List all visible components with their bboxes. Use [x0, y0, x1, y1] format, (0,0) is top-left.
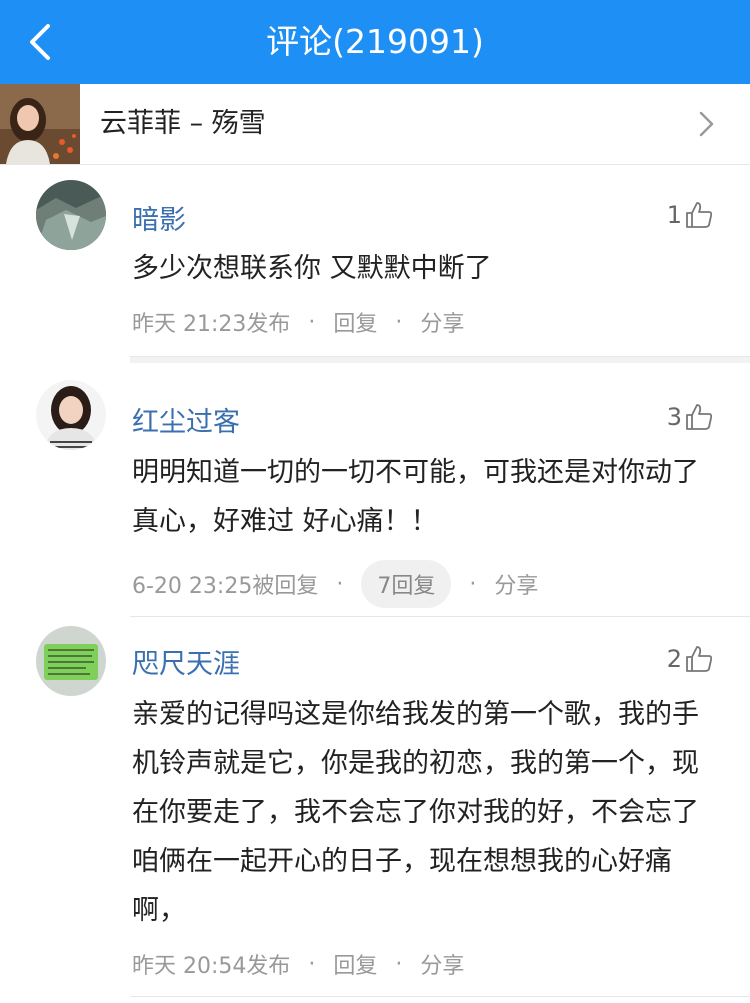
- like-button[interactable]: 2: [667, 644, 714, 674]
- comment-time: 昨天 21:23发布: [132, 312, 291, 337]
- thumb-up-icon: [686, 646, 713, 672]
- comment-item: 红尘过客 3 明明知道一切的一切不可能，可我还是对你动了真心，好难过 好心痛！！…: [0, 364, 750, 614]
- comment-text: 亲爱的记得吗这是你给我发的第一个歌，我的手机铃声就是它，你是我的初恋，我的第一个…: [132, 699, 699, 926]
- avatar[interactable]: [36, 180, 106, 250]
- comment-username[interactable]: 红尘过客: [132, 400, 240, 439]
- comment-time: 6-20 23:25被回复: [132, 574, 319, 599]
- comment-item: 暗影 1 多少次想联系你 又默默中断了 昨天 21:23发布 · 回复 · 分享: [0, 164, 750, 360]
- like-count: 3: [666, 403, 682, 431]
- comment-time: 昨天 20:54发布: [132, 954, 291, 979]
- chevron-right-icon[interactable]: [698, 111, 714, 137]
- share-button[interactable]: 分享: [494, 568, 538, 600]
- top-bar: 评论(219091): [0, 0, 750, 84]
- comment-meta: 昨天 20:54发布 · 回复 · 分享: [132, 948, 464, 980]
- reply-button[interactable]: 回复: [333, 948, 377, 980]
- divider: [130, 616, 750, 617]
- replies-count-button[interactable]: 7回复: [361, 560, 452, 608]
- separator-dot: ·: [469, 571, 477, 597]
- divider: [130, 996, 750, 997]
- share-button[interactable]: 分享: [420, 948, 464, 980]
- comment-text: 多少次想联系你 又默默中断了: [132, 253, 492, 284]
- avatar[interactable]: [36, 380, 106, 450]
- separator-dot: ·: [308, 951, 316, 977]
- song-row[interactable]: 云菲菲 – 殇雪: [0, 84, 750, 165]
- page-title: 评论(219091): [266, 22, 484, 61]
- thumb-up-icon: [686, 404, 713, 430]
- comment-meta: 昨天 21:23发布 · 回复 · 分享: [132, 306, 464, 338]
- reply-button[interactable]: 回复: [333, 306, 377, 338]
- like-count: 2: [666, 645, 682, 673]
- like-count: 1: [666, 201, 682, 229]
- comment-username[interactable]: 咫尺天涯: [132, 642, 240, 681]
- separator-dot: ·: [336, 571, 344, 597]
- avatar[interactable]: [36, 626, 106, 696]
- like-button[interactable]: 1: [667, 200, 714, 230]
- separator-dot: ·: [308, 309, 316, 335]
- divider: [130, 356, 750, 363]
- like-button[interactable]: 3: [667, 402, 714, 432]
- comment-text: 明明知道一切的一切不可能，可我还是对你动了真心，好难过 好心痛！！: [132, 457, 699, 537]
- separator-dot: ·: [395, 309, 403, 335]
- comment-meta: 6-20 23:25被回复 · 7回复 · 分享: [132, 560, 538, 608]
- thumb-up-icon: [686, 202, 713, 228]
- comment-item: 咫尺天涯 2 亲爱的记得吗这是你给我发的第一个歌，我的手机铃声就是它，你是我的初…: [0, 618, 750, 1003]
- share-button[interactable]: 分享: [420, 306, 464, 338]
- song-cover-image: [0, 84, 80, 164]
- song-title: 云菲菲 – 殇雪: [100, 108, 266, 139]
- separator-dot: ·: [395, 951, 403, 977]
- comment-username[interactable]: 暗影: [132, 198, 186, 237]
